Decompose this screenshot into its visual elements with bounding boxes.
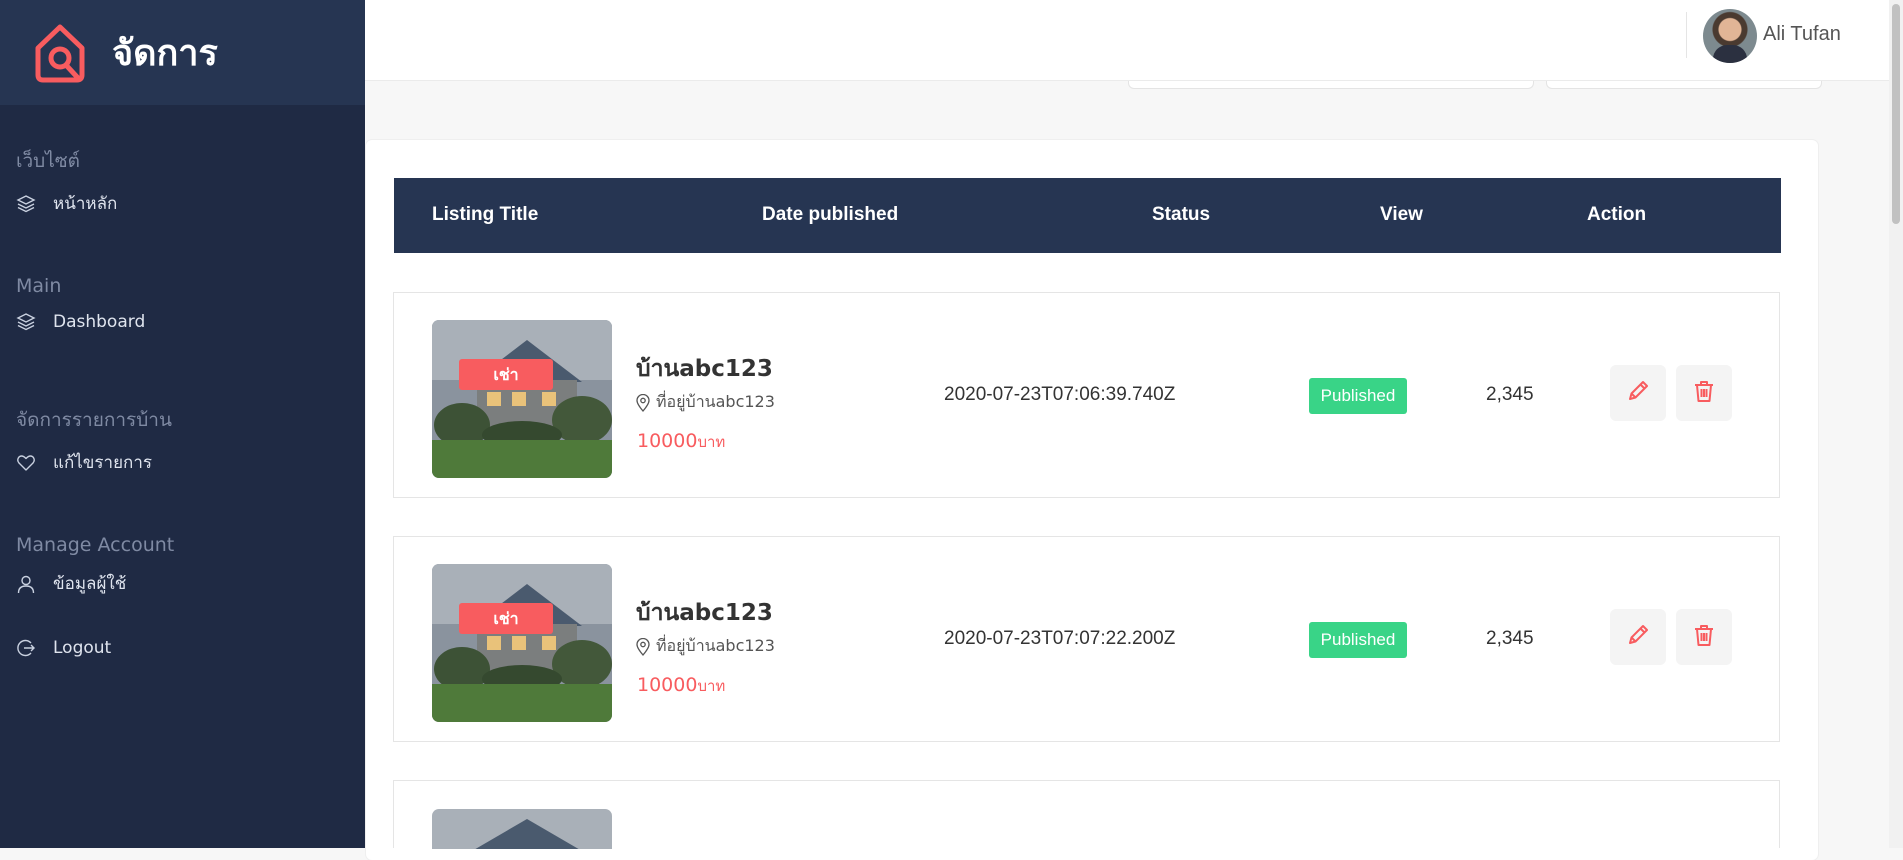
edit-button[interactable] xyxy=(1610,365,1666,421)
listing-price-currency: บาท xyxy=(697,677,726,695)
listing-address-text: ที่อยู่บ้านabc123 xyxy=(656,392,775,411)
sidebar-item-dashboard[interactable]: Dashboard xyxy=(16,311,145,333)
filter-field-edge[interactable] xyxy=(1546,81,1822,89)
column-date-published: Date published xyxy=(762,204,899,225)
listing-image[interactable] xyxy=(432,809,612,849)
table-row: เช่า บ้านabc123 ที่อยู่บ้านabc123 10000บ… xyxy=(393,536,1780,742)
sidebar-item-label: Logout xyxy=(53,638,112,658)
scrollbar[interactable] xyxy=(1889,0,1903,848)
nav-section-website: เว็บไซต์ หน้าหลัก xyxy=(16,146,117,217)
heart-icon xyxy=(16,452,38,474)
nav-section-listings: จัดการรายการบ้าน แก้ไขรายการ xyxy=(16,405,172,476)
pencil-icon xyxy=(1625,622,1651,653)
search-field-edge[interactable] xyxy=(1128,81,1534,89)
nav-heading-account: Manage Account xyxy=(16,534,175,556)
nav-heading-listings: จัดการรายการบ้าน xyxy=(16,409,172,431)
column-status: Status xyxy=(1152,204,1211,225)
listing-views: 2,345 xyxy=(1486,628,1534,649)
pencil-icon xyxy=(1625,378,1651,409)
listing-price: 10000บาท xyxy=(637,430,725,454)
user-icon xyxy=(16,573,38,595)
house-logo-icon xyxy=(32,22,88,84)
edit-button[interactable] xyxy=(1610,609,1666,665)
nav-section-account: Manage Account ข้อมูลผู้ใช้ Logout xyxy=(16,534,174,659)
table-row xyxy=(393,780,1780,849)
brand-name: จัดการ xyxy=(112,33,218,74)
logout-icon xyxy=(16,637,38,659)
listing-address: ที่อยู่บ้านabc123 xyxy=(636,634,775,659)
user-name[interactable]: Ali Tufan xyxy=(1763,23,1841,46)
column-listing-title: Listing Title xyxy=(432,204,539,225)
status-badge: Published xyxy=(1309,378,1407,414)
sidebar-item-label: ข้อมูลผู้ใช้ xyxy=(53,574,127,594)
sidebar-item-user-info[interactable]: ข้อมูลผู้ใช้ xyxy=(16,570,174,597)
sidebar-item-logout[interactable]: Logout xyxy=(16,637,174,659)
brand[interactable]: จัดการ xyxy=(0,0,365,105)
sidebar-item-home[interactable]: หน้าหลัก xyxy=(16,190,117,217)
listing-date: 2020-07-23T07:07:22.200Z xyxy=(944,628,1176,649)
listing-tag: เช่า xyxy=(459,603,553,634)
listing-title[interactable]: บ้านabc123 xyxy=(636,595,773,631)
nav-heading-website: เว็บไซต์ xyxy=(16,150,81,172)
trash-icon xyxy=(1691,378,1717,409)
nav-heading-main: Main xyxy=(16,275,62,297)
status-badge: Published xyxy=(1309,622,1407,658)
scrollbar-thumb[interactable] xyxy=(1892,4,1900,224)
sidebar-item-label: แก้ไขรายการ xyxy=(53,453,153,473)
sidebar-item-edit-listings[interactable]: แก้ไขรายการ xyxy=(16,449,172,476)
layers-icon xyxy=(16,193,38,215)
listing-views: 2,345 xyxy=(1486,384,1534,405)
map-pin-icon xyxy=(636,637,650,656)
listing-price-value: 10000 xyxy=(637,674,698,696)
column-action: Action xyxy=(1587,204,1647,225)
listing-address: ที่อยู่บ้านabc123 xyxy=(636,390,775,415)
table-header: Listing Title Date published Status View… xyxy=(394,178,1781,253)
sidebar-item-label: Dashboard xyxy=(53,312,146,332)
listing-image[interactable]: เช่า xyxy=(432,564,612,722)
avatar[interactable] xyxy=(1703,9,1757,63)
sidebar: จัดการ เว็บไซต์ หน้าหลัก Main Dashboard … xyxy=(0,0,365,848)
listing-price-value: 10000 xyxy=(637,430,698,452)
header-divider xyxy=(1686,12,1687,58)
delete-button[interactable] xyxy=(1676,365,1732,421)
sidebar-item-label: หน้าหลัก xyxy=(53,194,118,214)
delete-button[interactable] xyxy=(1676,609,1732,665)
listing-address-text: ที่อยู่บ้านabc123 xyxy=(656,636,775,655)
column-view: View xyxy=(1380,204,1423,225)
layers-icon xyxy=(16,311,38,333)
table-row: เช่า บ้านabc123 ที่อยู่บ้านabc123 10000บ… xyxy=(393,292,1780,498)
listing-tag: เช่า xyxy=(459,359,553,390)
listing-date: 2020-07-23T07:06:39.740Z xyxy=(944,384,1176,405)
listing-price-currency: บาท xyxy=(697,433,726,451)
listing-price: 10000บาท xyxy=(637,674,725,698)
nav-section-main: Main Dashboard xyxy=(16,275,145,333)
top-header: Ali Tufan xyxy=(365,0,1903,81)
trash-icon xyxy=(1691,622,1717,653)
listing-title[interactable]: บ้านabc123 xyxy=(636,351,773,387)
map-pin-icon xyxy=(636,393,650,412)
listing-image[interactable]: เช่า xyxy=(432,320,612,478)
